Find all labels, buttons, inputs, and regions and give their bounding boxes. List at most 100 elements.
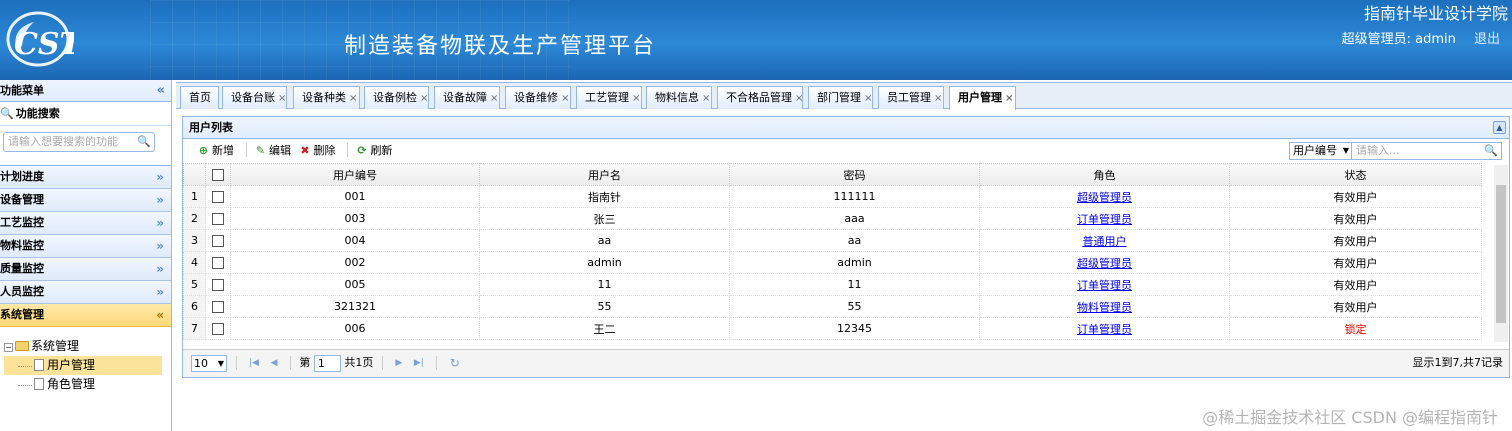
first-page-icon[interactable]: |◀ — [249, 350, 259, 376]
row-checkbox[interactable] — [212, 213, 224, 225]
menu-material-monitor[interactable]: 物料监控 » — [0, 235, 171, 258]
tab-equipment-repair[interactable]: 设备维修 × — [505, 86, 571, 109]
cell-role: 订单管理员 — [979, 273, 1230, 296]
search-input[interactable]: 请输入... 🔍 — [1352, 142, 1502, 160]
table-row[interactable]: 4 002 admin admin 超级管理员 有效用户 — [183, 251, 1482, 274]
tree-branch — [18, 357, 32, 367]
tab-equipment-type[interactable]: 设备种类 × — [293, 86, 360, 109]
cell-status-locked: 锁定 — [1229, 317, 1482, 340]
add-label: 新增 — [212, 144, 234, 157]
tab-department-management[interactable]: 部门管理 × — [808, 86, 873, 109]
page-number-input[interactable]: 1 — [313, 354, 341, 372]
menu-equipment[interactable]: 设备管理 » — [0, 189, 171, 212]
row-checkbox-cell — [205, 273, 231, 296]
row-checkbox[interactable] — [212, 257, 224, 269]
refresh-label: 刷新 — [370, 144, 393, 157]
scrollbar-thumb[interactable] — [1496, 185, 1506, 323]
function-search-input[interactable]: 请输入想要搜索的功能 🔍 — [3, 132, 155, 152]
column-header-username[interactable]: 用户名 — [479, 163, 730, 186]
close-icon[interactable]: × — [349, 93, 357, 104]
chevron-down-icon: » — [156, 239, 164, 253]
select-all-checkbox[interactable] — [212, 169, 224, 181]
close-icon[interactable]: × — [864, 93, 872, 104]
row-number: 6 — [183, 295, 206, 318]
close-icon[interactable]: × — [490, 93, 498, 104]
menu-plan-progress[interactable]: 计划进度 » — [0, 166, 171, 189]
close-icon[interactable]: × — [278, 93, 286, 104]
table-row[interactable]: 2 003 张三 aaa 订单管理员 有效用户 — [183, 207, 1482, 230]
logout-link[interactable]: 退出 — [1474, 32, 1500, 47]
tree-node-system[interactable]: − 系统管理 — [4, 337, 171, 356]
close-icon[interactable]: × — [632, 93, 640, 104]
close-icon[interactable]: × — [702, 93, 710, 104]
row-checkbox[interactable] — [212, 191, 224, 203]
tab-process-management[interactable]: 工艺管理 × — [576, 86, 642, 109]
role-link[interactable]: 超级管理员 — [1077, 257, 1132, 270]
table-row[interactable]: 1 001 指南针 111111 超级管理员 有效用户 — [183, 185, 1482, 208]
row-checkbox[interactable] — [212, 235, 224, 247]
sidebar-header: 功能菜单 « — [0, 80, 171, 102]
role-link[interactable]: 物料管理员 — [1077, 301, 1132, 314]
vertical-scrollbar[interactable] — [1494, 165, 1508, 342]
table-row[interactable]: 7 006 王二 12345 订单管理员 锁定 — [183, 317, 1482, 340]
menu-system-management[interactable]: 系统管理 « — [0, 304, 171, 327]
toolbar-separator — [347, 143, 348, 157]
column-header-role[interactable]: 角色 — [979, 163, 1230, 186]
tab-defect-management[interactable]: 不合格品管理 × — [717, 86, 803, 109]
column-header-status[interactable]: 状态 — [1229, 163, 1482, 186]
tab-home[interactable]: 首页 — [180, 86, 219, 109]
column-header-password[interactable]: 密码 — [729, 163, 980, 186]
tab-equipment-fault[interactable]: 设备故障 × — [434, 86, 500, 109]
delete-button[interactable]: ✖ 删除 — [299, 139, 335, 163]
tree-node-user-management[interactable]: 用户管理 — [4, 356, 162, 375]
edit-button[interactable]: ✎ 编辑 — [254, 139, 291, 163]
role-link[interactable]: 订单管理员 — [1077, 323, 1132, 336]
table-row[interactable]: 3 004 aa aa 普通用户 有效用户 — [183, 229, 1482, 252]
role-link[interactable]: 订单管理员 — [1077, 279, 1132, 292]
close-icon[interactable]: × — [795, 93, 803, 104]
close-icon[interactable]: × — [934, 93, 942, 104]
file-icon — [34, 378, 44, 390]
add-button[interactable]: ⊕ 新增 — [197, 139, 234, 163]
close-icon[interactable]: × — [561, 93, 569, 104]
column-header-user-id[interactable]: 用户编号 — [230, 163, 480, 186]
table-header-row: 用户编号 用户名 密码 角色 状态 — [183, 163, 1482, 186]
row-number: 2 — [183, 207, 206, 230]
menu-quality-monitor[interactable]: 质量监控 » — [0, 258, 171, 281]
close-icon[interactable]: × — [420, 93, 428, 104]
reload-icon[interactable]: ↻ — [450, 350, 460, 376]
page-size-select[interactable]: 10 ▼ — [191, 354, 227, 372]
tab-user-management[interactable]: 用户管理 × — [949, 86, 1016, 110]
collapse-left-icon[interactable]: « — [157, 80, 165, 102]
tree-node-role-management[interactable]: 角色管理 — [4, 375, 171, 394]
search-icon[interactable]: 🔍 — [137, 133, 151, 151]
table-row[interactable]: 5 005 11 11 订单管理员 有效用户 — [183, 273, 1482, 296]
tab-employee-management[interactable]: 员工管理 × — [878, 86, 944, 109]
role-link[interactable]: 普通用户 — [1083, 235, 1127, 248]
close-icon[interactable]: × — [1005, 93, 1013, 104]
next-page-icon[interactable]: ▶ — [395, 350, 402, 376]
search-icon[interactable]: 🔍 — [1484, 143, 1498, 159]
refresh-button[interactable]: ⟳ 刷新 — [356, 139, 393, 163]
svg-text:CST: CST — [14, 27, 74, 62]
search-field-select[interactable]: 用户编号 ▼ — [1289, 142, 1352, 160]
table-row[interactable]: 6 321321 55 55 物料管理员 有效用户 — [183, 295, 1482, 318]
menu-staff-monitor[interactable]: 人员监控 » — [0, 281, 171, 304]
cell-user-id: 321321 — [230, 295, 480, 318]
chevron-up-icon: « — [156, 308, 164, 322]
row-checkbox[interactable] — [212, 279, 224, 291]
menu-process-monitor[interactable]: 工艺监控 » — [0, 212, 171, 235]
cell-username: 55 — [479, 295, 730, 318]
last-page-icon[interactable]: ▶| — [414, 350, 424, 376]
collapse-panel-icon[interactable]: ▲ — [1493, 121, 1506, 134]
tab-equipment-ledger[interactable]: 设备台账 × — [222, 86, 287, 109]
page-size-value: 10 — [194, 356, 208, 370]
row-checkbox[interactable] — [212, 301, 224, 313]
tab-equipment-inspection[interactable]: 设备例检 × — [364, 86, 429, 109]
tab-material-info[interactable]: 物料信息 × — [646, 86, 712, 109]
collapse-icon[interactable]: − — [4, 343, 13, 352]
row-checkbox[interactable] — [212, 323, 224, 335]
role-link[interactable]: 订单管理员 — [1077, 213, 1132, 226]
role-link[interactable]: 超级管理员 — [1077, 191, 1132, 204]
prev-page-icon[interactable]: ◀ — [270, 350, 277, 376]
